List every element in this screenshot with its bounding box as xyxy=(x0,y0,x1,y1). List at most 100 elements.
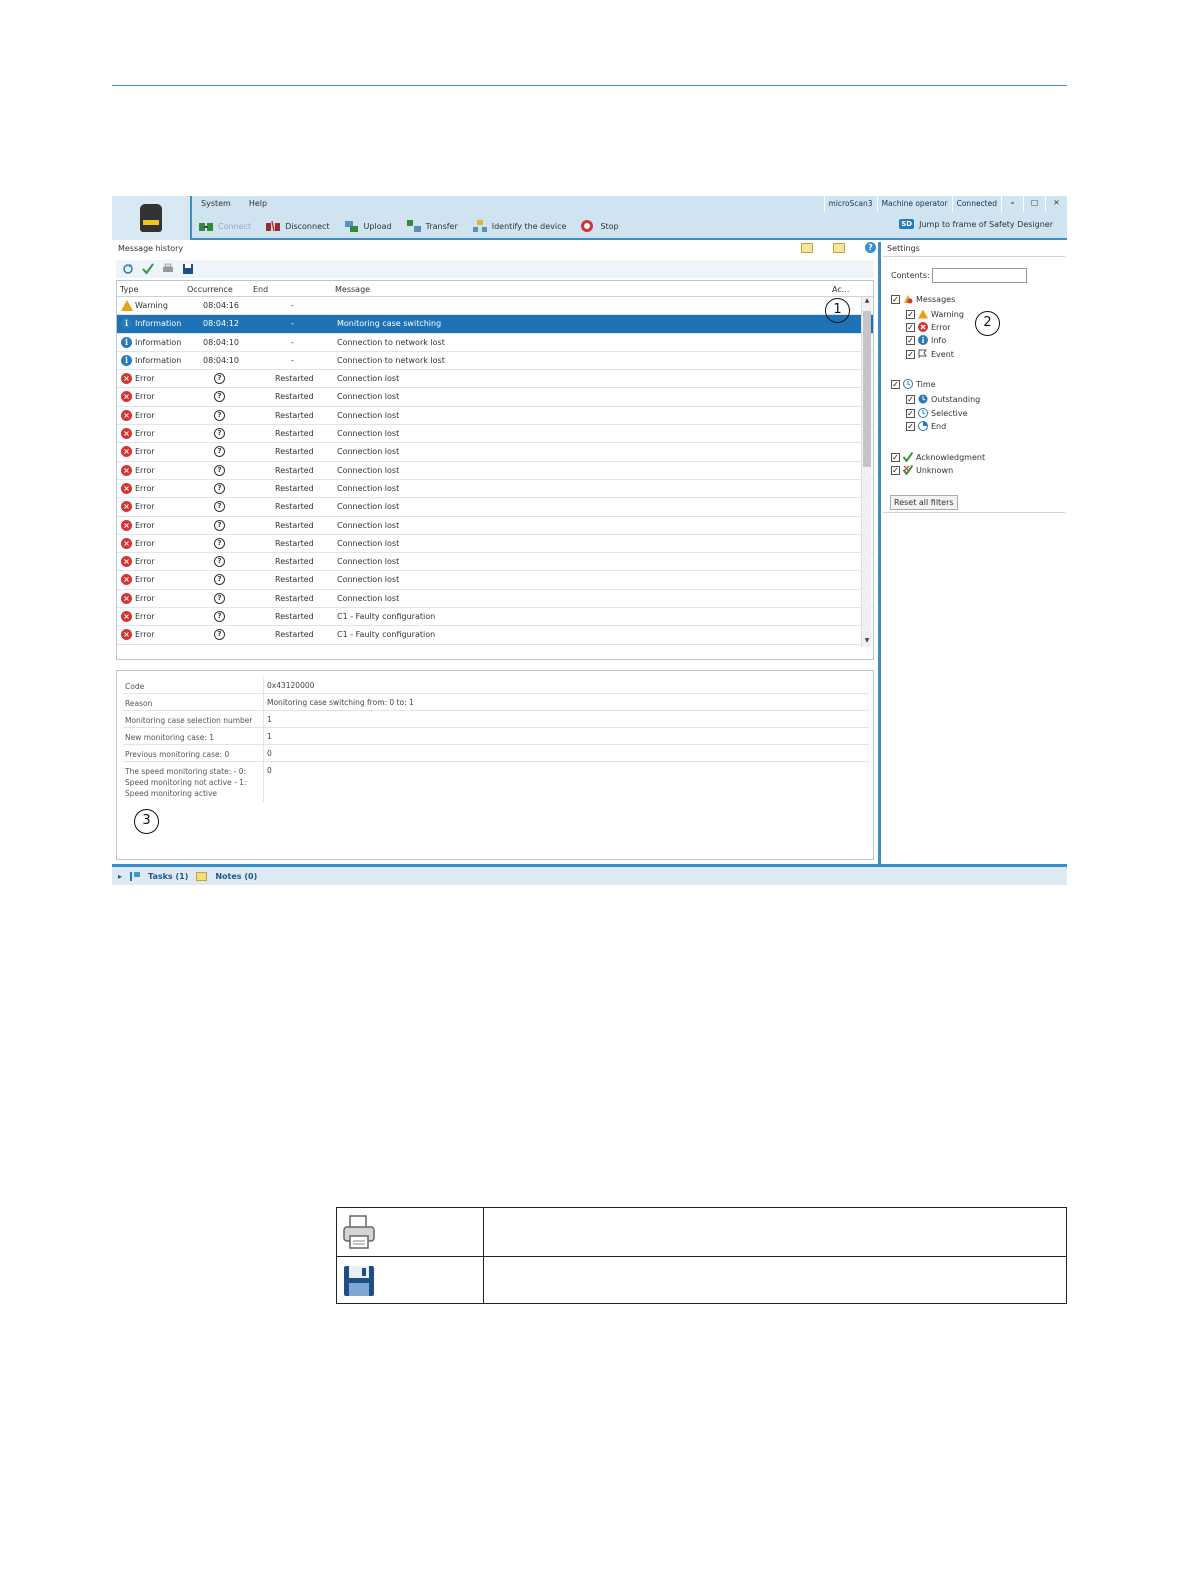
end-icon xyxy=(918,421,928,431)
table-row[interactable]: × Error? Restarted Connection lost xyxy=(117,370,873,389)
top-bar: System Help Connect Disconnect Upload Tr… xyxy=(112,196,1067,240)
main-toolbar: Connect Disconnect Upload Transfer Ident… xyxy=(198,216,619,236)
checkbox[interactable]: ✓ xyxy=(906,309,915,319)
filter-event[interactable]: ✓ Event xyxy=(906,349,954,359)
tasks-tab[interactable]: Tasks (1) xyxy=(148,872,188,881)
export-icon[interactable] xyxy=(801,242,813,253)
table-row[interactable]: × Error? Restarted C1 - Faulty configuratio… xyxy=(117,608,873,627)
filter-outstanding[interactable]: ✓ Outstanding xyxy=(906,394,980,404)
table-row[interactable]: i Information 08:04:10 - Connection to netwo… xyxy=(117,334,873,352)
callout-1: 1 xyxy=(825,298,850,323)
table-row[interactable]: × Error? Restarted Connection lost xyxy=(117,443,873,462)
reset-filters-button[interactable]: Reset all filters xyxy=(890,495,958,510)
identify-device-button[interactable]: Identify the device xyxy=(472,219,566,233)
checkbox[interactable]: ✓ xyxy=(891,465,900,475)
error-icon: × xyxy=(121,501,132,513)
checkbox[interactable]: ✓ xyxy=(891,452,900,462)
table-row[interactable]: × Error? Restarted Connection lost xyxy=(117,388,873,407)
checkbox[interactable]: ✓ xyxy=(891,379,900,389)
table-row[interactable]: × Error? Restarted Connection lost xyxy=(117,590,873,609)
table-row[interactable]: × Error? Restarted Connection lost xyxy=(117,517,873,535)
column-message[interactable]: Message xyxy=(335,285,370,294)
cell-message: C1 - Faulty configuration xyxy=(337,630,436,640)
maximize-icon[interactable]: □ xyxy=(1023,196,1045,212)
jump-to-safety-designer-button[interactable]: SD Jump to frame of Safety Designer xyxy=(899,219,1053,229)
table-row[interactable]: × Error? Restarted Connection lost xyxy=(117,535,873,554)
filter-selective[interactable]: ✓ Selective xyxy=(906,408,968,418)
table-row[interactable]: × Error? Restarted Connection lost xyxy=(117,462,873,480)
import-icon[interactable] xyxy=(833,242,845,253)
connect-button[interactable]: Connect xyxy=(198,219,251,233)
filter-error[interactable]: ✓ Error xyxy=(906,322,951,332)
help-icon[interactable]: ? xyxy=(865,242,876,253)
filter-warning[interactable]: ✓ Warning xyxy=(906,309,964,319)
filter-info[interactable]: ✓ Info xyxy=(906,335,946,345)
contents-input[interactable] xyxy=(931,268,1027,283)
stop-button[interactable]: Stop xyxy=(580,219,619,233)
icon-legend-table xyxy=(336,1207,1067,1304)
info-icon: i xyxy=(121,336,132,348)
checkbox[interactable]: ✓ xyxy=(906,322,915,332)
error-icon: × xyxy=(121,556,132,568)
detail-row: New monitoring case: 11 xyxy=(123,728,869,745)
filter-unknown[interactable]: ✓ Unknown xyxy=(891,465,953,475)
column-occurrence[interactable]: Occurrence xyxy=(187,285,233,294)
table-row[interactable]: × Error? Restarted Connection lost xyxy=(117,571,873,590)
minimize-icon[interactable]: – xyxy=(1001,196,1023,212)
table-row[interactable]: i Information 08:04:10 - Connection to netwo… xyxy=(117,352,873,371)
cell-occurrence: ? xyxy=(214,592,225,604)
scroll-thumb[interactable] xyxy=(863,311,871,467)
close-icon[interactable]: ✕ xyxy=(1045,196,1067,212)
checkbox[interactable]: ✓ xyxy=(906,421,915,431)
refresh-icon[interactable] xyxy=(122,263,134,275)
table-scrollbar[interactable]: ▲ ▼ xyxy=(861,297,871,647)
filter-acknowledgment[interactable]: ✓ Acknowledgment xyxy=(891,452,985,462)
column-end[interactable]: End xyxy=(253,285,268,294)
scroll-down-icon[interactable]: ▼ xyxy=(863,637,871,647)
identify-device-icon xyxy=(472,220,487,232)
contents-filter: Contents: xyxy=(891,268,1027,283)
cell-end: - xyxy=(291,319,294,329)
error-icon: × xyxy=(121,446,132,458)
error-icon: × xyxy=(121,592,132,604)
table-row[interactable]: × Error? Restarted C1 - Faulty configuratio… xyxy=(117,626,873,645)
column-acknowledgment[interactable]: Ac... xyxy=(832,285,849,294)
filter-time[interactable]: ✓ Time xyxy=(891,379,936,389)
table-row[interactable]: × Error? Restarted Connection lost xyxy=(117,498,873,517)
table-header: Type Occurrence End Message Ac... xyxy=(117,281,873,297)
table-row[interactable]: × Error? Restarted Connection lost xyxy=(117,425,873,444)
cell-message: Connection lost xyxy=(337,465,400,475)
menu-system[interactable]: System xyxy=(198,198,234,212)
table-row[interactable]: i Information 08:04:12 - Monitoring case swi… xyxy=(117,315,873,334)
filter-end[interactable]: ✓ End xyxy=(906,421,946,431)
page-header-rule xyxy=(112,85,1067,86)
upload-button[interactable]: Upload xyxy=(344,219,392,233)
cell-occurrence: ? xyxy=(214,391,225,403)
cell-end: Restarted xyxy=(275,392,314,402)
checkbox[interactable]: ✓ xyxy=(906,349,915,359)
table-row[interactable]: × Error? Restarted Connection lost xyxy=(117,407,873,426)
checkbox[interactable]: ✓ xyxy=(906,408,915,418)
checkbox[interactable]: ✓ xyxy=(906,394,915,404)
notes-tab[interactable]: Notes (0) xyxy=(215,872,257,881)
disconnect-button[interactable]: Disconnect xyxy=(265,219,330,233)
panel-title: Message history xyxy=(118,244,184,253)
info-icon: i xyxy=(121,354,132,366)
table-row[interactable]: × Error? Restarted Connection lost xyxy=(117,480,873,499)
checkbox[interactable]: ✓ xyxy=(891,294,900,304)
filter-messages[interactable]: ✓ Messages xyxy=(891,294,955,304)
cell-occurrence: ? xyxy=(214,446,225,458)
table-row[interactable]: Warning 08:04:16 - xyxy=(117,297,873,316)
save-icon[interactable] xyxy=(182,263,194,275)
checkbox[interactable]: ✓ xyxy=(906,335,915,345)
cell-end: Restarted xyxy=(275,630,314,640)
expand-icon[interactable]: ▸ xyxy=(118,872,122,881)
acknowledge-icon[interactable] xyxy=(142,263,154,275)
scroll-up-icon[interactable]: ▲ xyxy=(863,297,871,307)
menu-help[interactable]: Help xyxy=(246,198,270,212)
table-row[interactable]: × Error? Restarted Connection lost xyxy=(117,553,873,572)
transfer-button[interactable]: Transfer xyxy=(406,219,458,233)
print-icon[interactable] xyxy=(162,263,174,275)
column-type[interactable]: Type xyxy=(120,285,138,294)
table-body: Warning 08:04:16- i Information 08:04:12- Mon… xyxy=(117,297,873,645)
